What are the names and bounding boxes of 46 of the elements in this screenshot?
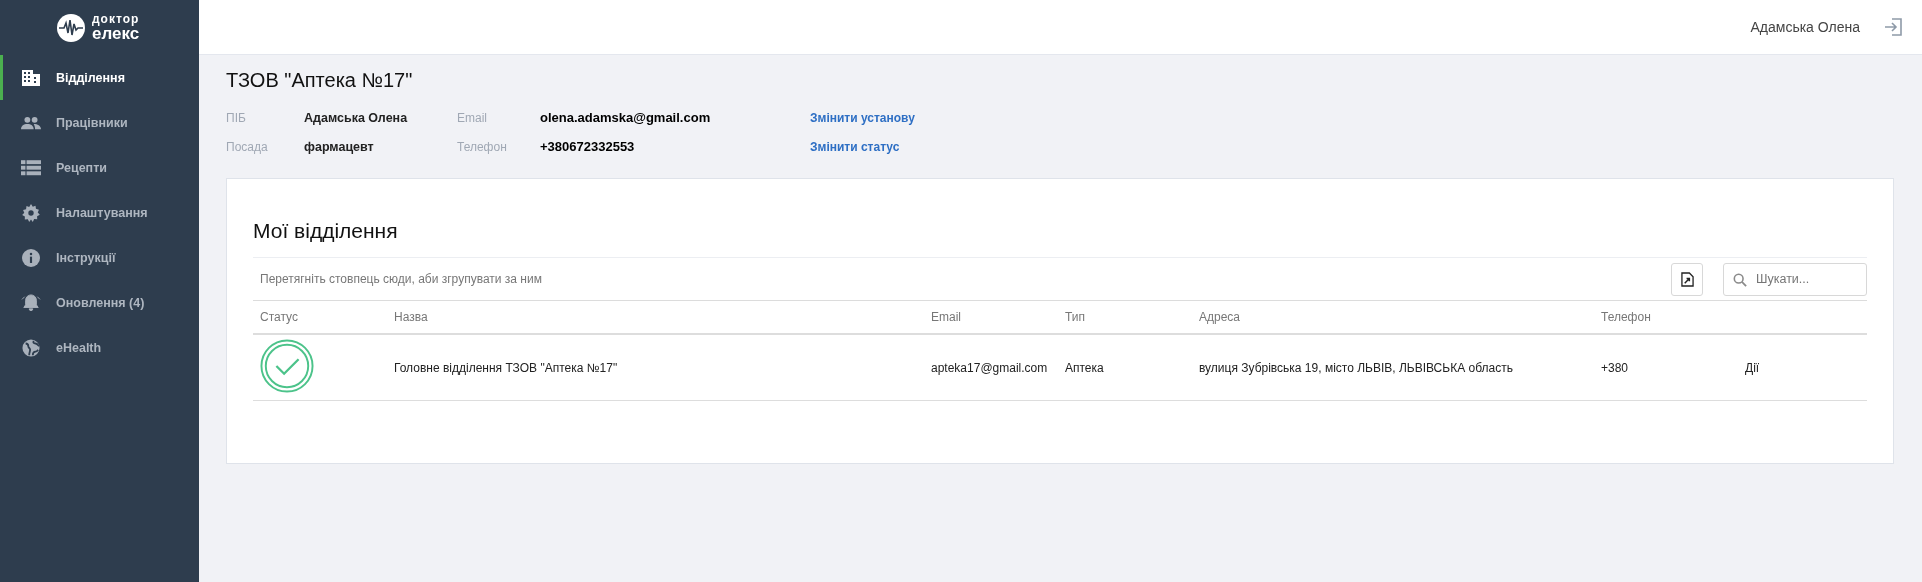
export-button[interactable] — [1671, 262, 1703, 296]
sidebar-item[interactable]: Налаштування — [0, 190, 199, 235]
table-cell-text: Головне відділення ТЗОВ "Аптека №17" — [394, 360, 619, 375]
field-label: ПІБ — [226, 110, 247, 125]
field-value: +380672332553 — [540, 139, 636, 154]
building-icon — [21, 68, 41, 87]
link[interactable]: Змінити установу — [810, 110, 1894, 125]
export-icon — [1680, 271, 1694, 287]
field-label: Email — [457, 110, 488, 125]
actions-link[interactable]: Дії — [1745, 360, 1760, 375]
field-label: Телефон — [457, 139, 508, 154]
user-name: Адамська Олена — [1750, 19, 1860, 35]
group-hint: Перетягніть стовпець сюди, аби згрупувати за ним — [260, 272, 543, 286]
logo-text: елекс — [92, 25, 140, 42]
list-icon — [21, 158, 41, 177]
organization-title: ТЗОВ "Аптека №17" — [226, 69, 414, 92]
link[interactable]: Змінити статус — [810, 139, 1894, 154]
info-icon — [21, 248, 41, 267]
logout-icon[interactable] — [1884, 18, 1902, 36]
logo-icon — [56, 12, 86, 43]
field-label: Посада — [226, 139, 269, 154]
section-title: Мої відділення — [253, 219, 399, 243]
sidebar-item[interactable]: Рецепти — [0, 145, 199, 190]
globe-icon — [21, 338, 41, 357]
column-header: Тип — [1065, 310, 1086, 324]
table-cell-text: +380 — [1601, 360, 1630, 375]
table-cell-text: Аптека — [1065, 360, 1105, 375]
search-icon — [1733, 272, 1747, 287]
column-header: Телефон — [1601, 310, 1652, 324]
settings-icon — [21, 203, 41, 222]
field-value: фармацевт — [304, 139, 375, 154]
sidebar-item[interactable]: eHealth — [0, 325, 199, 370]
logo-text: доктор — [92, 13, 140, 25]
column-header: Статус — [260, 310, 299, 324]
column-header: Email — [931, 310, 962, 324]
field-value: Адамська Олена — [304, 110, 409, 125]
bell-icon — [21, 293, 41, 312]
table-cell-text: apteka17@gmail.com — [931, 360, 1049, 375]
table-cell-text: вулиця Зубрівська 19, місто ЛЬВІВ, ЛЬВІВСЬКА область — [1199, 360, 1514, 375]
sidebar-item[interactable]: Працівники — [0, 100, 199, 145]
sidebar-item[interactable]: Інструкції — [0, 235, 199, 280]
sidebar-item[interactable]: Оновлення (4) — [0, 280, 199, 325]
field-value: olena.adamska@gmail.com — [540, 110, 712, 125]
column-header: Адреса — [1199, 310, 1242, 324]
column-header: Назва — [394, 310, 429, 324]
search-field[interactable]: Шукати... — [1723, 262, 1867, 296]
